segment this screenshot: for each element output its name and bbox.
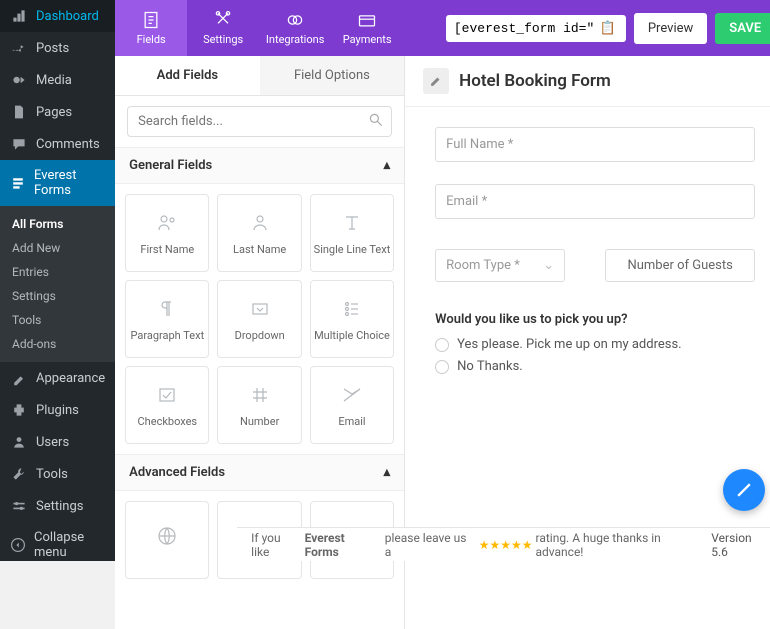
dashboard-icon	[10, 8, 28, 24]
clipboard-icon[interactable]: 📋	[600, 21, 616, 36]
sidebar-collapse[interactable]: Collapse menu	[0, 522, 115, 568]
help-fab-button[interactable]	[723, 469, 765, 511]
section-advanced-fields[interactable]: Advanced Fields▴	[115, 454, 404, 491]
field-paragraph-text[interactable]: Paragraph Text	[125, 280, 209, 358]
media-icon	[10, 72, 28, 88]
topbar-tab-integrations[interactable]: Integrations	[259, 0, 331, 56]
sidebar-item-everest-forms[interactable]: Everest Forms	[0, 160, 115, 206]
footer-product-name: Everest Forms	[305, 531, 382, 559]
comment-icon	[10, 136, 28, 152]
radio-icon	[435, 360, 449, 374]
submenu-settings[interactable]: Settings	[0, 284, 115, 308]
search-fields-input[interactable]	[127, 106, 392, 137]
edit-title-icon[interactable]	[423, 68, 449, 94]
collapse-icon	[10, 537, 26, 553]
sidebar-item-users[interactable]: Users	[0, 426, 115, 458]
submenu-entries[interactable]: Entries	[0, 260, 115, 284]
sidebar-item-tools[interactable]: Tools	[0, 458, 115, 490]
submenu-add-new[interactable]: Add New	[0, 236, 115, 260]
tab-field-options[interactable]: Field Options	[260, 56, 405, 95]
pin-icon	[10, 40, 28, 56]
tab-add-fields[interactable]: Add Fields	[115, 56, 260, 95]
sidebar-submenu: All Forms Add New Entries Settings Tools…	[0, 206, 115, 362]
chevron-up-icon: ▴	[384, 465, 391, 480]
sidebar-item-media[interactable]: Media	[0, 64, 115, 96]
sidebar-item-settings[interactable]: Settings	[0, 490, 115, 522]
tools-icon	[10, 466, 28, 482]
chevron-up-icon: ▴	[384, 158, 391, 173]
sidebar-item-pages[interactable]: Pages	[0, 96, 115, 128]
field-dropdown[interactable]: Dropdown	[217, 280, 301, 358]
shortcode-input[interactable]	[454, 21, 594, 36]
radio-icon	[435, 338, 449, 352]
preview-button[interactable]: Preview	[634, 13, 707, 44]
page-icon	[10, 104, 28, 120]
footer-version: Version 5.6	[711, 531, 770, 559]
wp-admin-sidebar: Dashboard Posts Media Pages Comments Eve…	[0, 0, 115, 561]
submenu-tools[interactable]: Tools	[0, 308, 115, 332]
settings-icon	[10, 498, 28, 514]
sidebar-item-comments[interactable]: Comments	[0, 128, 115, 160]
users-icon	[10, 434, 28, 450]
footer-bar: If you like Everest Forms please leave u…	[237, 527, 770, 561]
save-button[interactable]: SAVE	[715, 13, 770, 44]
radio-question-label: Would you like us to pick you up?	[435, 312, 755, 327]
everest-icon	[10, 175, 26, 191]
topbar-tab-fields[interactable]: Fields	[115, 0, 187, 56]
radio-option-yes[interactable]: Yes please. Pick me up on my address.	[435, 337, 755, 352]
topbar-tab-payments[interactable]: Payments	[331, 0, 403, 56]
form-field-room-type[interactable]: Room Type *⌄	[435, 249, 565, 282]
form-title: Hotel Booking Form	[459, 71, 611, 91]
field-multiple-choice[interactable]: Multiple Choice	[310, 280, 394, 358]
sidebar-item-posts[interactable]: Posts	[0, 32, 115, 64]
section-general-fields[interactable]: General Fields▴	[115, 147, 404, 184]
search-icon	[368, 112, 384, 132]
sidebar-item-plugins[interactable]: Plugins	[0, 394, 115, 426]
form-field-email[interactable]: Email *	[435, 184, 755, 219]
topbar-tab-settings[interactable]: Settings	[187, 0, 259, 56]
footer-rating-link[interactable]: ★★★★★	[479, 538, 533, 552]
field-checkboxes[interactable]: Checkboxes	[125, 366, 209, 444]
field-website-url[interactable]	[125, 501, 209, 579]
submenu-all-forms[interactable]: All Forms	[0, 212, 115, 236]
form-field-full-name[interactable]: Full Name *	[435, 127, 755, 162]
radio-option-no[interactable]: No Thanks.	[435, 359, 755, 374]
sidebar-item-appearance[interactable]: Appearance	[0, 362, 115, 394]
sidebar-item-dashboard[interactable]: Dashboard	[0, 0, 115, 32]
plugins-icon	[10, 402, 28, 418]
builder-topbar: Fields Settings Integrations Payments 📋 …	[115, 0, 770, 56]
field-email[interactable]: Email	[310, 366, 394, 444]
field-single-line-text[interactable]: Single Line Text	[310, 194, 394, 272]
field-number[interactable]: Number	[217, 366, 301, 444]
field-first-name[interactable]: First Name	[125, 194, 209, 272]
chevron-down-icon: ⌄	[543, 258, 554, 273]
field-last-name[interactable]: Last Name	[217, 194, 301, 272]
shortcode-box: 📋	[446, 15, 626, 42]
appearance-icon	[10, 370, 28, 386]
submenu-addons[interactable]: Add-ons	[0, 332, 115, 356]
form-field-guests[interactable]: Number of Guests	[605, 249, 755, 282]
